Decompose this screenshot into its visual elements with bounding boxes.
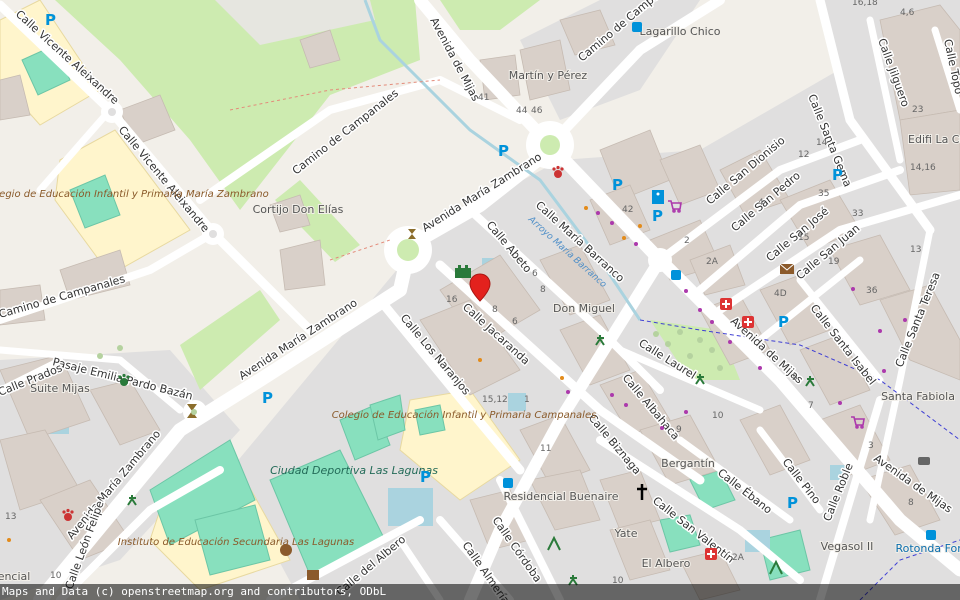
place-label: Cortijo Don Elías: [253, 203, 344, 216]
pharmacy-icon: [720, 298, 732, 310]
library-icon: [307, 570, 319, 580]
house-number: 44: [516, 106, 528, 116]
place-label: encial: [0, 570, 30, 583]
parking-icon: P: [778, 313, 789, 331]
house-number: 8: [908, 498, 914, 508]
house-number: 33: [852, 209, 863, 219]
map-view[interactable]: Calle Vicente Aleixandre Calle Vicente A…: [0, 0, 960, 600]
place-label: Santa Fabiola: [881, 390, 955, 403]
house-number: 10: [50, 571, 62, 581]
house-number: 6: [512, 317, 518, 327]
amenity-label: Colegio de Educación Infantil y Primaria…: [0, 188, 269, 200]
house-number: 4D: [774, 289, 787, 299]
house-number: 4,6: [900, 8, 915, 18]
house-number: 42: [622, 205, 633, 215]
amenity-label: Instituto de Educación Secundaria Las La…: [118, 536, 354, 548]
house-number: 8: [492, 305, 498, 315]
place-label: Vegasol II: [821, 540, 874, 553]
house-number: 16: [446, 295, 458, 305]
place-label: Lagarillo Chico: [640, 25, 721, 38]
place-label: Yate: [613, 527, 637, 540]
house-number: 35: [818, 189, 829, 199]
theatre-icon: [280, 544, 292, 556]
place-label: Rotonda Ford: [895, 542, 960, 555]
house-number: 10: [712, 411, 724, 421]
place-label: Martín y Pérez: [509, 69, 588, 82]
envelope-icon: [779, 263, 795, 274]
wheelchair-icon: [652, 190, 664, 204]
parking-icon: P: [262, 389, 273, 407]
place-label: Edifi La Caña: [908, 133, 960, 146]
house-number: 6: [532, 269, 538, 279]
parking-icon: P: [420, 468, 431, 486]
parking-icon: P: [832, 166, 843, 184]
place-label: Suite Mijas: [30, 382, 90, 395]
map-canvas[interactable]: Calle Vicente Aleixandre Calle Vicente A…: [0, 0, 960, 600]
house-number: 46: [531, 106, 543, 116]
car-icon: [918, 457, 930, 465]
house-number: 12: [798, 150, 809, 160]
bus-stop-icon: [671, 270, 681, 280]
pharmacy-icon: [705, 548, 717, 560]
pharmacy-icon: [742, 316, 754, 328]
house-number: 14,16: [910, 163, 936, 173]
house-number: 1: [524, 395, 530, 405]
map-attribution: Maps and Data (c) openstreetmap.org and …: [0, 584, 960, 600]
house-number: 16,18: [852, 0, 878, 8]
parking-icon: P: [787, 494, 798, 512]
amenity-label: Colegio de Educación Infantil y Primaria…: [332, 409, 597, 421]
house-number: 36: [866, 286, 878, 296]
parking-icon: P: [612, 176, 623, 194]
parking-icon: P: [45, 11, 56, 29]
parking-icon: P: [498, 142, 509, 160]
house-number: 23: [912, 105, 923, 115]
house-number: 13: [5, 512, 16, 522]
house-number: 2A: [732, 553, 745, 563]
house-number: 9: [676, 425, 682, 435]
house-number: 11: [540, 444, 551, 454]
place-label: Residencial Buenaire: [504, 490, 619, 503]
house-number: 4: [758, 198, 764, 208]
house-number: 8: [540, 285, 546, 295]
bus-stop-icon: [632, 22, 642, 32]
parking-icon: P: [652, 207, 663, 225]
house-number: 19: [828, 257, 840, 267]
house-number: 41: [478, 93, 489, 103]
place-label: Bergantín: [661, 457, 715, 470]
house-number: 14: [816, 138, 828, 148]
house-number: 15: [798, 233, 809, 243]
place-label: El Albero: [642, 557, 691, 570]
place-label: Don Miguel: [553, 302, 615, 315]
house-number: 15,12: [482, 395, 508, 405]
amenity-label: Ciudad Deportiva Las Lagunas: [270, 464, 438, 477]
house-number: 3: [868, 441, 874, 451]
house-number: 13: [910, 245, 921, 255]
bus-stop-icon: [926, 530, 936, 540]
house-number: 2: [684, 236, 690, 246]
bus-stop-icon: [503, 478, 513, 488]
house-number: 5: [792, 373, 798, 383]
house-number: 7: [808, 401, 814, 411]
house-number: 2A: [706, 257, 719, 267]
